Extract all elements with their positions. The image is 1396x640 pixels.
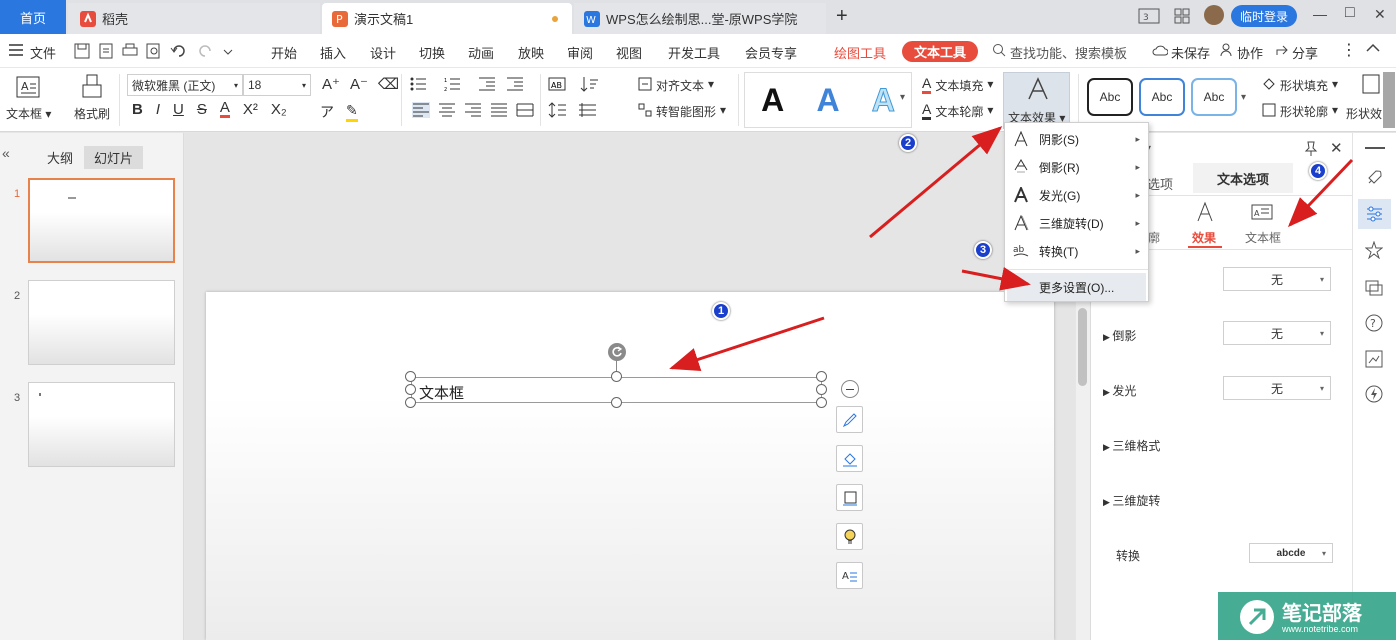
watermark-url: www.notetribe.com: [1282, 624, 1359, 634]
arrow-1: [669, 316, 825, 371]
watermark: 笔记部落 www.notetribe.com: [1218, 592, 1396, 640]
watermark-logo: [1240, 600, 1274, 634]
watermark-text: 笔记部落: [1282, 603, 1362, 625]
step-badge-3: 3: [974, 241, 992, 259]
annotation-arrows: [669, 126, 1354, 371]
step-badge-1: 1: [712, 302, 730, 320]
arrow-3: [961, 267, 1031, 291]
step-badge-2: 2: [899, 134, 917, 152]
arrow-2: [869, 126, 1003, 239]
step-badge-4: 4: [1309, 162, 1327, 180]
